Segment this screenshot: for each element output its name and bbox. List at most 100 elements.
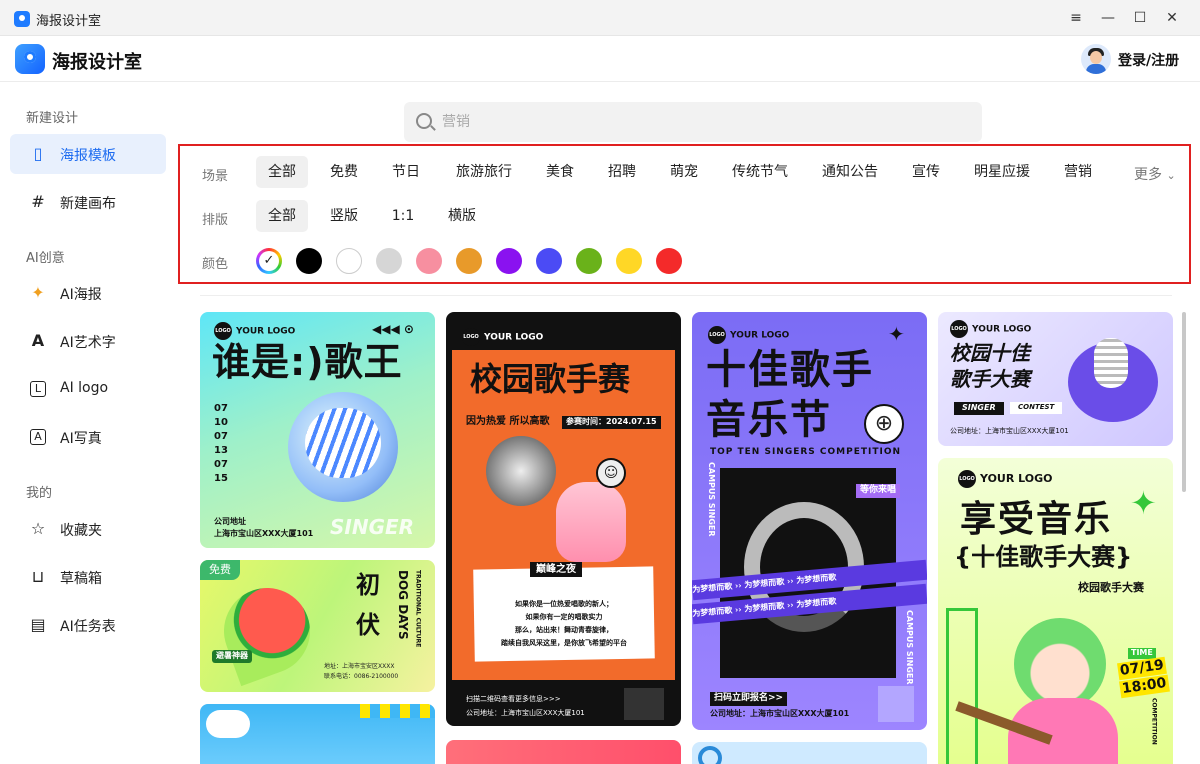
sidebar-item-ai-logo[interactable]: L AI logo xyxy=(10,369,166,409)
color-swatch[interactable] xyxy=(576,248,602,274)
sidebar-item-ai-tasks[interactable]: ▤ AI任务表 xyxy=(10,605,166,645)
magic-wand-icon: ✦ xyxy=(31,283,45,302)
login-button[interactable]: 登录/注册 xyxy=(1118,50,1179,70)
color-swatch[interactable] xyxy=(536,248,562,274)
sidebar-item-label: 草稿箱 xyxy=(60,571,102,587)
poster-addr: 公司地址：上海市宝山区XXX大厦101 xyxy=(950,427,1069,435)
template-card[interactable]: YOUR LOGO ◀◀◀ ⊙ 谁是:)歌王 07 10 07 13 07 15… xyxy=(200,312,435,548)
color-swatch[interactable] xyxy=(456,248,482,274)
poster-tag: 避暑神器 xyxy=(212,650,252,663)
poster-addr-label: 公司地址 xyxy=(214,517,246,526)
app-name: 海报设计室 xyxy=(52,52,142,73)
microphone-illustration xyxy=(1094,338,1128,388)
poster-logo: YOUR LOGO xyxy=(708,326,789,344)
color-label: 颜色 xyxy=(202,257,229,272)
poster-en: DOG DAYS xyxy=(396,570,411,640)
layout-chip-vertical[interactable]: 竖版 xyxy=(318,200,370,232)
template-card[interactable]: YOUR LOGO ✦ 享受音乐 {十佳歌手大赛} 校园歌手大赛 TIME 07… xyxy=(938,458,1173,764)
scene-chip-travel[interactable]: 旅游旅行 xyxy=(446,156,522,188)
template-card[interactable]: 免费 避暑神器 初 伏 DOG DAYS TRADITIONAL CULTURE… xyxy=(200,560,435,692)
smiley-icon: ☺ xyxy=(596,458,626,488)
color-swatch[interactable] xyxy=(416,248,442,274)
girl-illustration xyxy=(1014,618,1106,710)
template-card[interactable] xyxy=(446,740,681,764)
search-input[interactable] xyxy=(442,111,962,133)
free-badge: 免费 xyxy=(200,560,240,580)
poster-title-b: 音乐节 xyxy=(706,397,832,443)
poster-title: 谁是:)歌王 xyxy=(212,340,403,384)
color-swatch[interactable] xyxy=(336,248,362,274)
frame-decoration xyxy=(946,608,978,764)
search-icon xyxy=(416,113,432,129)
filter-panel: 场景 全部 免费 节日 旅游旅行 美食 招聘 萌宠 传统节气 通知公告 宣传 明… xyxy=(178,144,1191,284)
sidebar-item-label: 新建画布 xyxy=(60,196,116,212)
template-card[interactable] xyxy=(692,742,927,764)
scene-chip-marketing[interactable]: 营销 xyxy=(1052,156,1104,188)
sidebar-item-ai-poster[interactable]: ✦ AI海报 xyxy=(10,273,166,313)
checker-decoration xyxy=(360,704,435,718)
layout-chip-all[interactable]: 全部 xyxy=(256,200,308,232)
scrollbar[interactable] xyxy=(1182,312,1186,492)
sidebar-item-poster-templates[interactable]: ▯ 海报模板 xyxy=(10,134,166,174)
poster-side-b: CAMPUS SINGER xyxy=(904,610,914,685)
app-logo-icon xyxy=(14,11,30,27)
more-button[interactable]: 更多 ⌄ xyxy=(1134,164,1176,184)
qr-code-placeholder xyxy=(878,686,914,722)
band-text: 为梦想而歌 xyxy=(743,577,785,590)
color-swatch[interactable] xyxy=(616,248,642,274)
template-card[interactable] xyxy=(200,704,435,764)
minimize-icon[interactable]: — xyxy=(1097,8,1119,28)
poster-addr: 上海市宝山区XXX大厦101 xyxy=(214,529,314,538)
band-text: 为梦想而歌 xyxy=(795,596,837,610)
star-icon: ☆ xyxy=(30,519,46,538)
sidebar-item-ai-art-text[interactable]: A AI艺术字 xyxy=(10,321,166,361)
scene-chip-free[interactable]: 免费 xyxy=(318,156,370,188)
sidebar-item-label: 收藏夹 xyxy=(60,523,102,539)
more-label: 更多 xyxy=(1134,167,1162,183)
scene-chip-star[interactable]: 明星应援 xyxy=(964,156,1040,188)
color-swatch[interactable] xyxy=(376,248,402,274)
window-titlebar: 海报设计室 ≡ — ☐ ✕ xyxy=(0,0,1200,36)
maximize-icon[interactable]: ☐ xyxy=(1129,8,1151,28)
scene-chip-festival[interactable]: 节日 xyxy=(380,156,432,188)
layout-chip-horizontal[interactable]: 横版 xyxy=(436,200,488,232)
section-title-mine: 我的 xyxy=(26,486,53,501)
scene-chip-food[interactable]: 美食 xyxy=(534,156,586,188)
grid-canvas-icon: # xyxy=(31,192,45,211)
sidebar-item-favorites[interactable]: ☆ 收藏夹 xyxy=(10,509,166,549)
scene-chip-solar-terms[interactable]: 传统节气 xyxy=(722,156,798,188)
sidebar: 新建设计 ▯ 海报模板 # 新建画布 AI创意 ✦ AI海报 A AI艺术字 L… xyxy=(0,83,178,764)
band-text: 为梦想而歌 xyxy=(743,601,785,614)
template-card[interactable]: YOUR LOGO ✦ 十佳歌手 音乐节 ⊕ TOP TEN SINGERS C… xyxy=(692,312,927,730)
poster-sub: 校园歌手大赛 xyxy=(1078,581,1144,594)
poster-title-b: 伏 xyxy=(356,611,380,639)
scene-label: 场景 xyxy=(202,169,229,184)
hand-illustration xyxy=(556,482,626,562)
color-swatch-all[interactable] xyxy=(256,248,282,274)
poster-night: 巅峰之夜 xyxy=(530,562,582,577)
template-card[interactable]: YOUR LOGO 校园歌手赛 因为热爱 所以高歌 参赛时间：2024.07.1… xyxy=(446,312,681,726)
close-icon[interactable]: ✕ xyxy=(1161,8,1183,28)
color-swatch[interactable] xyxy=(496,248,522,274)
poster-title-a: 初 xyxy=(356,571,380,599)
section-title-ai: AI创意 xyxy=(26,251,65,266)
scene-chip-recruit[interactable]: 招聘 xyxy=(596,156,648,188)
color-swatch[interactable] xyxy=(296,248,322,274)
layout-chip-square[interactable]: 1:1 xyxy=(378,200,428,232)
sidebar-item-new-canvas[interactable]: # 新建画布 xyxy=(10,182,166,222)
sidebar-item-ai-photo[interactable]: A AI写真 xyxy=(10,417,166,457)
poster-wait: 等你来唱 xyxy=(856,484,901,498)
scene-chip-promo[interactable]: 宣传 xyxy=(900,156,952,188)
scene-chip-pets[interactable]: 萌宠 xyxy=(658,156,710,188)
sidebar-item-drafts[interactable]: ⊔ 草稿箱 xyxy=(10,557,166,597)
search-bar xyxy=(404,102,982,142)
menu-icon[interactable]: ≡ xyxy=(1065,8,1087,28)
scene-chip-all[interactable]: 全部 xyxy=(256,156,308,188)
scene-chip-notice[interactable]: 通知公告 xyxy=(812,156,888,188)
poster-title-b: {十佳歌手大赛} xyxy=(954,543,1133,571)
color-swatch[interactable] xyxy=(656,248,682,274)
template-card[interactable]: YOUR LOGO 校园十佳 歌手大赛 SINGER CONTEST 公司地址：… xyxy=(938,312,1173,446)
poster-tag: SINGER xyxy=(330,515,415,539)
poster-title-a: 享受音乐 xyxy=(960,499,1113,540)
avatar[interactable] xyxy=(1081,44,1111,74)
